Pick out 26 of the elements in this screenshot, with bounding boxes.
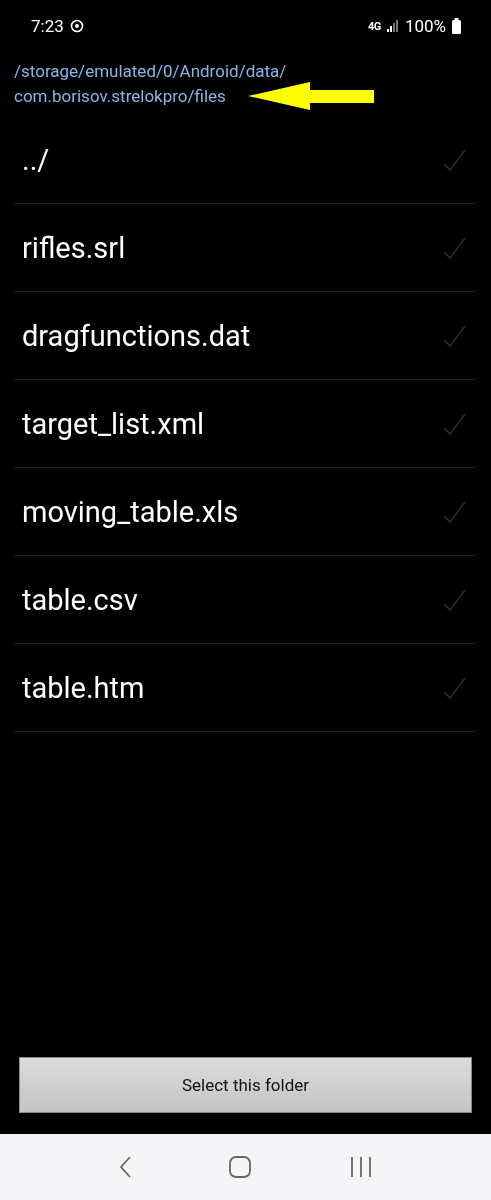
file-item[interactable]: rifles.srl (14, 204, 477, 292)
file-item[interactable]: dragfunctions.dat (14, 292, 477, 380)
file-item[interactable]: table.htm (14, 644, 477, 732)
recent-apps-icon[interactable] (349, 1156, 372, 1178)
select-folder-button[interactable]: Select this folder (19, 1057, 472, 1113)
file-item[interactable]: table.csv (14, 556, 477, 644)
file-name: ../ (22, 142, 50, 177)
file-name: table.csv (22, 582, 138, 617)
file-item[interactable]: ../ (14, 116, 477, 204)
network-type: 4G (368, 19, 381, 33)
signal-icon (386, 20, 399, 32)
file-name: moving_table.xls (22, 494, 239, 529)
file-name: target_list.xml (22, 406, 205, 441)
battery-icon (452, 18, 461, 34)
back-icon[interactable] (119, 1156, 132, 1178)
file-item[interactable]: moving_table.xls (14, 468, 477, 556)
folder-path: com.borisov.strelokpro/files (14, 85, 226, 107)
home-icon[interactable] (229, 1156, 252, 1178)
folder-path: /storage/emulated/0/Android/data/ (14, 60, 288, 82)
file-name: dragfunctions.dat (22, 318, 251, 353)
clock: 7:23 (31, 16, 64, 36)
battery-percent: 100% (404, 16, 446, 36)
sync-icon (69, 19, 84, 33)
file-name: table.htm (22, 670, 145, 705)
file-name: rifles.srl (22, 230, 126, 265)
file-item[interactable]: target_list.xml (14, 380, 477, 468)
